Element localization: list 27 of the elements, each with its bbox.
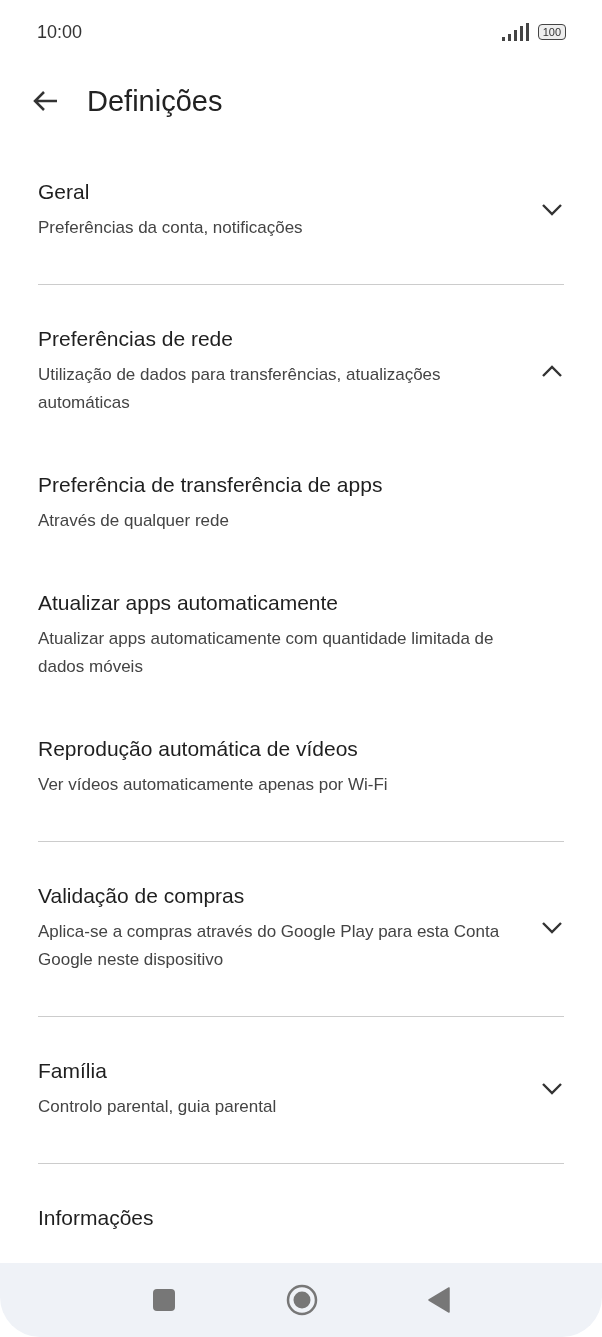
chevron-up-icon[interactable]: [541, 363, 563, 377]
setting-title[interactable]: Preferência de transferência de apps: [38, 469, 514, 501]
section-title[interactable]: Preferências de rede: [38, 323, 501, 355]
back-icon[interactable]: [32, 90, 58, 112]
section-title[interactable]: Validação de compras: [38, 880, 501, 912]
setting-subtitle: Através de qualquer rede: [38, 510, 230, 532]
section-title[interactable]: Geral: [38, 176, 501, 208]
signal-icon: [501, 23, 530, 41]
section-title[interactable]: Informações: [38, 1202, 564, 1234]
chevron-down-icon[interactable]: [541, 1081, 563, 1095]
setting-subtitle: Ver vídeos automaticamente apenas por Wi-Fi: [38, 774, 389, 796]
recents-icon[interactable]: [152, 1288, 176, 1312]
section-subtitle: Preferências da conta, notificações: [38, 217, 304, 239]
page-title: Definições: [87, 84, 223, 118]
battery-level: 100: [537, 24, 566, 40]
setting-subtitle: Atualizar apps automaticamente com quantidade limitada de dados móveis: [38, 628, 495, 678]
setting-title[interactable]: Atualizar apps automaticamente: [38, 587, 514, 619]
home-icon[interactable]: [286, 1284, 318, 1316]
section-title[interactable]: Família: [38, 1055, 501, 1087]
back-nav-icon[interactable]: [428, 1287, 450, 1313]
section-subtitle: Aplica-se a compras através do Google Play para esta Conta Google neste dispositivo: [38, 921, 501, 971]
section-subtitle: Utilização de dados para transferências, atualizações automáticas: [38, 364, 442, 414]
setting-title[interactable]: Reprodução automática de vídeos: [38, 733, 514, 765]
chevron-down-icon[interactable]: [541, 920, 563, 934]
status-time: 10:00: [37, 21, 83, 43]
chevron-down-icon[interactable]: [541, 202, 563, 216]
section-subtitle: Controlo parental, guia parental: [38, 1096, 278, 1118]
